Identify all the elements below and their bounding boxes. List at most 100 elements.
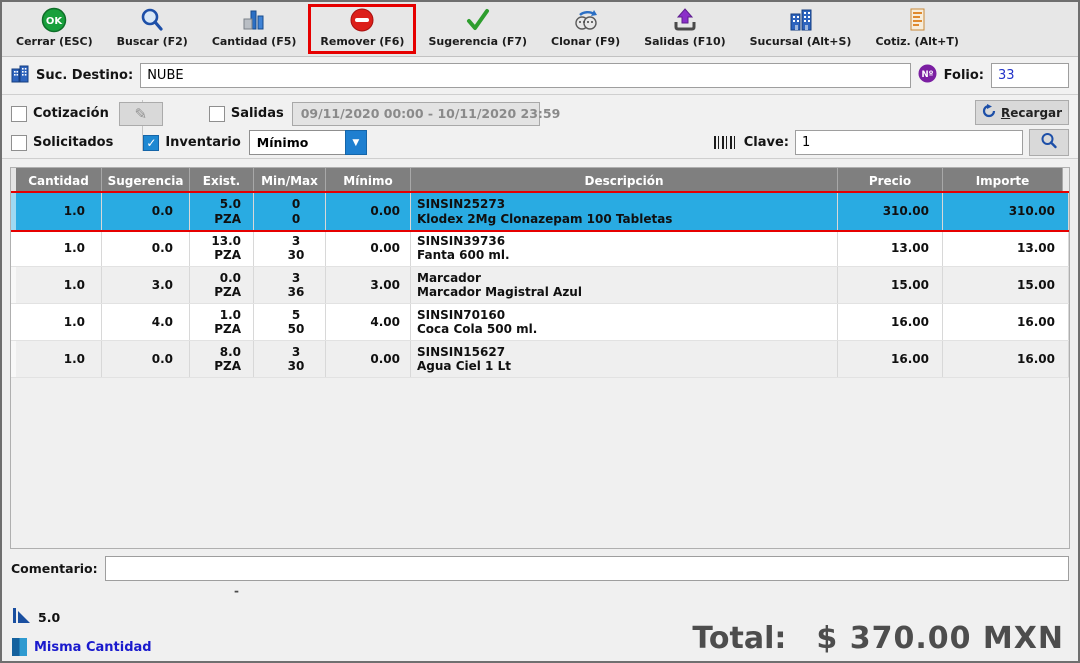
table-row[interactable]: 1.0 0.0 13.0PZA 330 0.00 SINSIN39736Fant… <box>11 230 1069 267</box>
barcode-icon <box>714 136 738 149</box>
buildings-icon <box>788 7 814 33</box>
cell-minmax: 330 <box>254 341 326 377</box>
minus-circle-icon <box>349 7 375 33</box>
cell-importe: 310.00 <box>943 193 1069 230</box>
cell-cantidad: 1.0 <box>16 304 102 340</box>
cell-sugerencia: 3.0 <box>102 267 190 303</box>
cell-existencia: 0.0PZA <box>190 267 254 303</box>
column-header[interactable]: Cantidad <box>16 168 102 193</box>
inventario-selected-value: Mínimo <box>249 130 345 155</box>
cell-importe: 15.00 <box>943 267 1069 303</box>
cell-minimo: 4.00 <box>326 304 411 340</box>
filter-row-2: Solicitados ✓ Inventario Mínimo ▼ Clave: <box>11 129 1069 156</box>
ok-icon: OK <box>41 7 67 33</box>
table-header-row: CantidadSugerenciaExist.Min/MaxMínimoDes… <box>11 168 1069 193</box>
bottom-row: Misma Cantidad Total: $ 370.00 MXN <box>12 621 1064 656</box>
filter-row-1: Cotización ✎ Salidas 09/11/2020 00:00 - … <box>11 100 1069 127</box>
clave-label: Clave: <box>744 135 789 150</box>
cell-descripcion: MarcadorMarcador Magistral Azul <box>411 267 838 303</box>
misma-cantidad-icon <box>12 638 27 656</box>
chevron-down-icon[interactable]: ▼ <box>345 130 367 155</box>
destination-row: Suc. Destino: Nº Folio: <box>2 57 1078 95</box>
sugerencia-button[interactable]: Sugerencia (F7) <box>416 4 539 54</box>
folio-input[interactable] <box>991 63 1069 88</box>
folio-label: Folio: <box>944 68 984 83</box>
cell-existencia: 5.0PZA <box>190 193 254 230</box>
document-icon <box>904 7 930 33</box>
comment-row: Comentario: <box>2 549 1078 581</box>
cell-sugerencia: 0.0 <box>102 341 190 377</box>
cell-precio: 13.00 <box>838 230 943 266</box>
sucursal-button[interactable]: Sucursal (Alt+S) <box>738 4 864 54</box>
column-header[interactable]: Precio <box>838 168 943 193</box>
cell-sugerencia: 0.0 <box>102 230 190 266</box>
cotizacion-checkbox[interactable] <box>11 106 27 122</box>
solicitados-label: Solicitados <box>33 135 113 150</box>
clave-search-button[interactable] <box>1029 129 1069 156</box>
cell-existencia: 8.0PZA <box>190 341 254 377</box>
recargar-button[interactable]: Recargar <box>975 100 1069 125</box>
total-value: $ 370.00 MXN <box>816 621 1064 656</box>
upload-tray-icon <box>672 7 698 33</box>
cerrar-button[interactable]: OK Cerrar (ESC) <box>4 4 105 54</box>
cell-importe: 16.00 <box>943 341 1069 377</box>
check-icon <box>465 7 491 33</box>
column-header[interactable]: Importe <box>943 168 1063 193</box>
cell-minmax: 00 <box>254 193 326 230</box>
column-header[interactable]: Exist. <box>190 168 254 193</box>
folio-number-icon: Nº <box>918 64 937 87</box>
boxes-icon <box>241 7 267 33</box>
buscar-button[interactable]: Buscar (F2) <box>105 4 200 54</box>
table-row[interactable]: 1.0 0.0 5.0PZA 00 0.00 SINSIN25273Klodex… <box>11 193 1069 230</box>
cell-precio: 310.00 <box>838 193 943 230</box>
edit-button[interactable]: ✎ <box>119 102 163 126</box>
cell-minmax: 330 <box>254 230 326 266</box>
cell-importe: 13.00 <box>943 230 1069 266</box>
cell-minmax: 336 <box>254 267 326 303</box>
remover-button[interactable]: Remover (F6) <box>308 4 416 54</box>
sucursal-label: Sucursal (Alt+S) <box>750 35 852 48</box>
pencil-icon: ✎ <box>135 105 148 123</box>
cell-cantidad: 1.0 <box>16 267 102 303</box>
refresh-icon <box>982 104 996 121</box>
inventario-checkbox[interactable]: ✓ <box>143 135 159 151</box>
total: Total: $ 370.00 MXN <box>692 621 1064 656</box>
suc-destino-input[interactable] <box>140 63 910 88</box>
cantidad-label: Cantidad (F5) <box>212 35 297 48</box>
recargar-label: Recargar <box>1001 106 1062 120</box>
cell-descripcion: SINSIN70160Coca Cola 500 ml. <box>411 304 838 340</box>
table-row[interactable]: 1.0 3.0 0.0PZA 336 3.00 MarcadorMarcador… <box>11 267 1069 304</box>
column-header[interactable]: Descripción <box>411 168 838 193</box>
clonar-button[interactable]: Clonar (F9) <box>539 4 632 54</box>
table-row[interactable]: 1.0 0.0 8.0PZA 330 0.00 SINSIN15627Agua … <box>11 341 1069 378</box>
solicitados-checkbox[interactable] <box>11 135 27 151</box>
cell-precio: 16.00 <box>838 304 943 340</box>
clave-group: Clave: <box>714 129 1069 156</box>
cantidad-button[interactable]: Cantidad (F5) <box>200 4 309 54</box>
svg-text:OK: OK <box>46 16 64 27</box>
clave-input[interactable] <box>795 130 1023 155</box>
cell-descripcion: SINSIN25273Klodex 2Mg Clonazepam 100 Tab… <box>411 193 838 230</box>
salidas-checkbox[interactable] <box>209 106 225 122</box>
cell-sugerencia: 4.0 <box>102 304 190 340</box>
column-header[interactable]: Mínimo <box>326 168 411 193</box>
cell-importe: 16.00 <box>943 304 1069 340</box>
comentario-input[interactable] <box>105 556 1069 581</box>
cell-cantidad: 1.0 <box>16 193 102 230</box>
salidas-date-range[interactable]: 09/11/2020 00:00 - 10/11/2020 23:59 <box>292 102 540 126</box>
cell-minimo: 0.00 <box>326 341 411 377</box>
inventario-select[interactable]: Mínimo ▼ <box>249 130 367 155</box>
cell-minimo: 0.00 <box>326 193 411 230</box>
salidas-label: Salidas (F10) <box>644 35 725 48</box>
cell-sugerencia: 0.0 <box>102 193 190 230</box>
cotiz-button[interactable]: Cotiz. (Alt+T) <box>863 4 970 54</box>
cell-minimo: 0.00 <box>326 230 411 266</box>
table-row[interactable]: 1.0 4.0 1.0PZA 550 4.00 SINSIN70160Coca … <box>11 304 1069 341</box>
scrollbar-strip[interactable] <box>1063 168 1069 193</box>
cerrar-label: Cerrar (ESC) <box>16 35 93 48</box>
column-header[interactable]: Sugerencia <box>102 168 190 193</box>
cell-existencia: 1.0PZA <box>190 304 254 340</box>
salidas-button[interactable]: Salidas (F10) <box>632 4 737 54</box>
cell-minmax: 550 <box>254 304 326 340</box>
column-header[interactable]: Min/Max <box>254 168 326 193</box>
